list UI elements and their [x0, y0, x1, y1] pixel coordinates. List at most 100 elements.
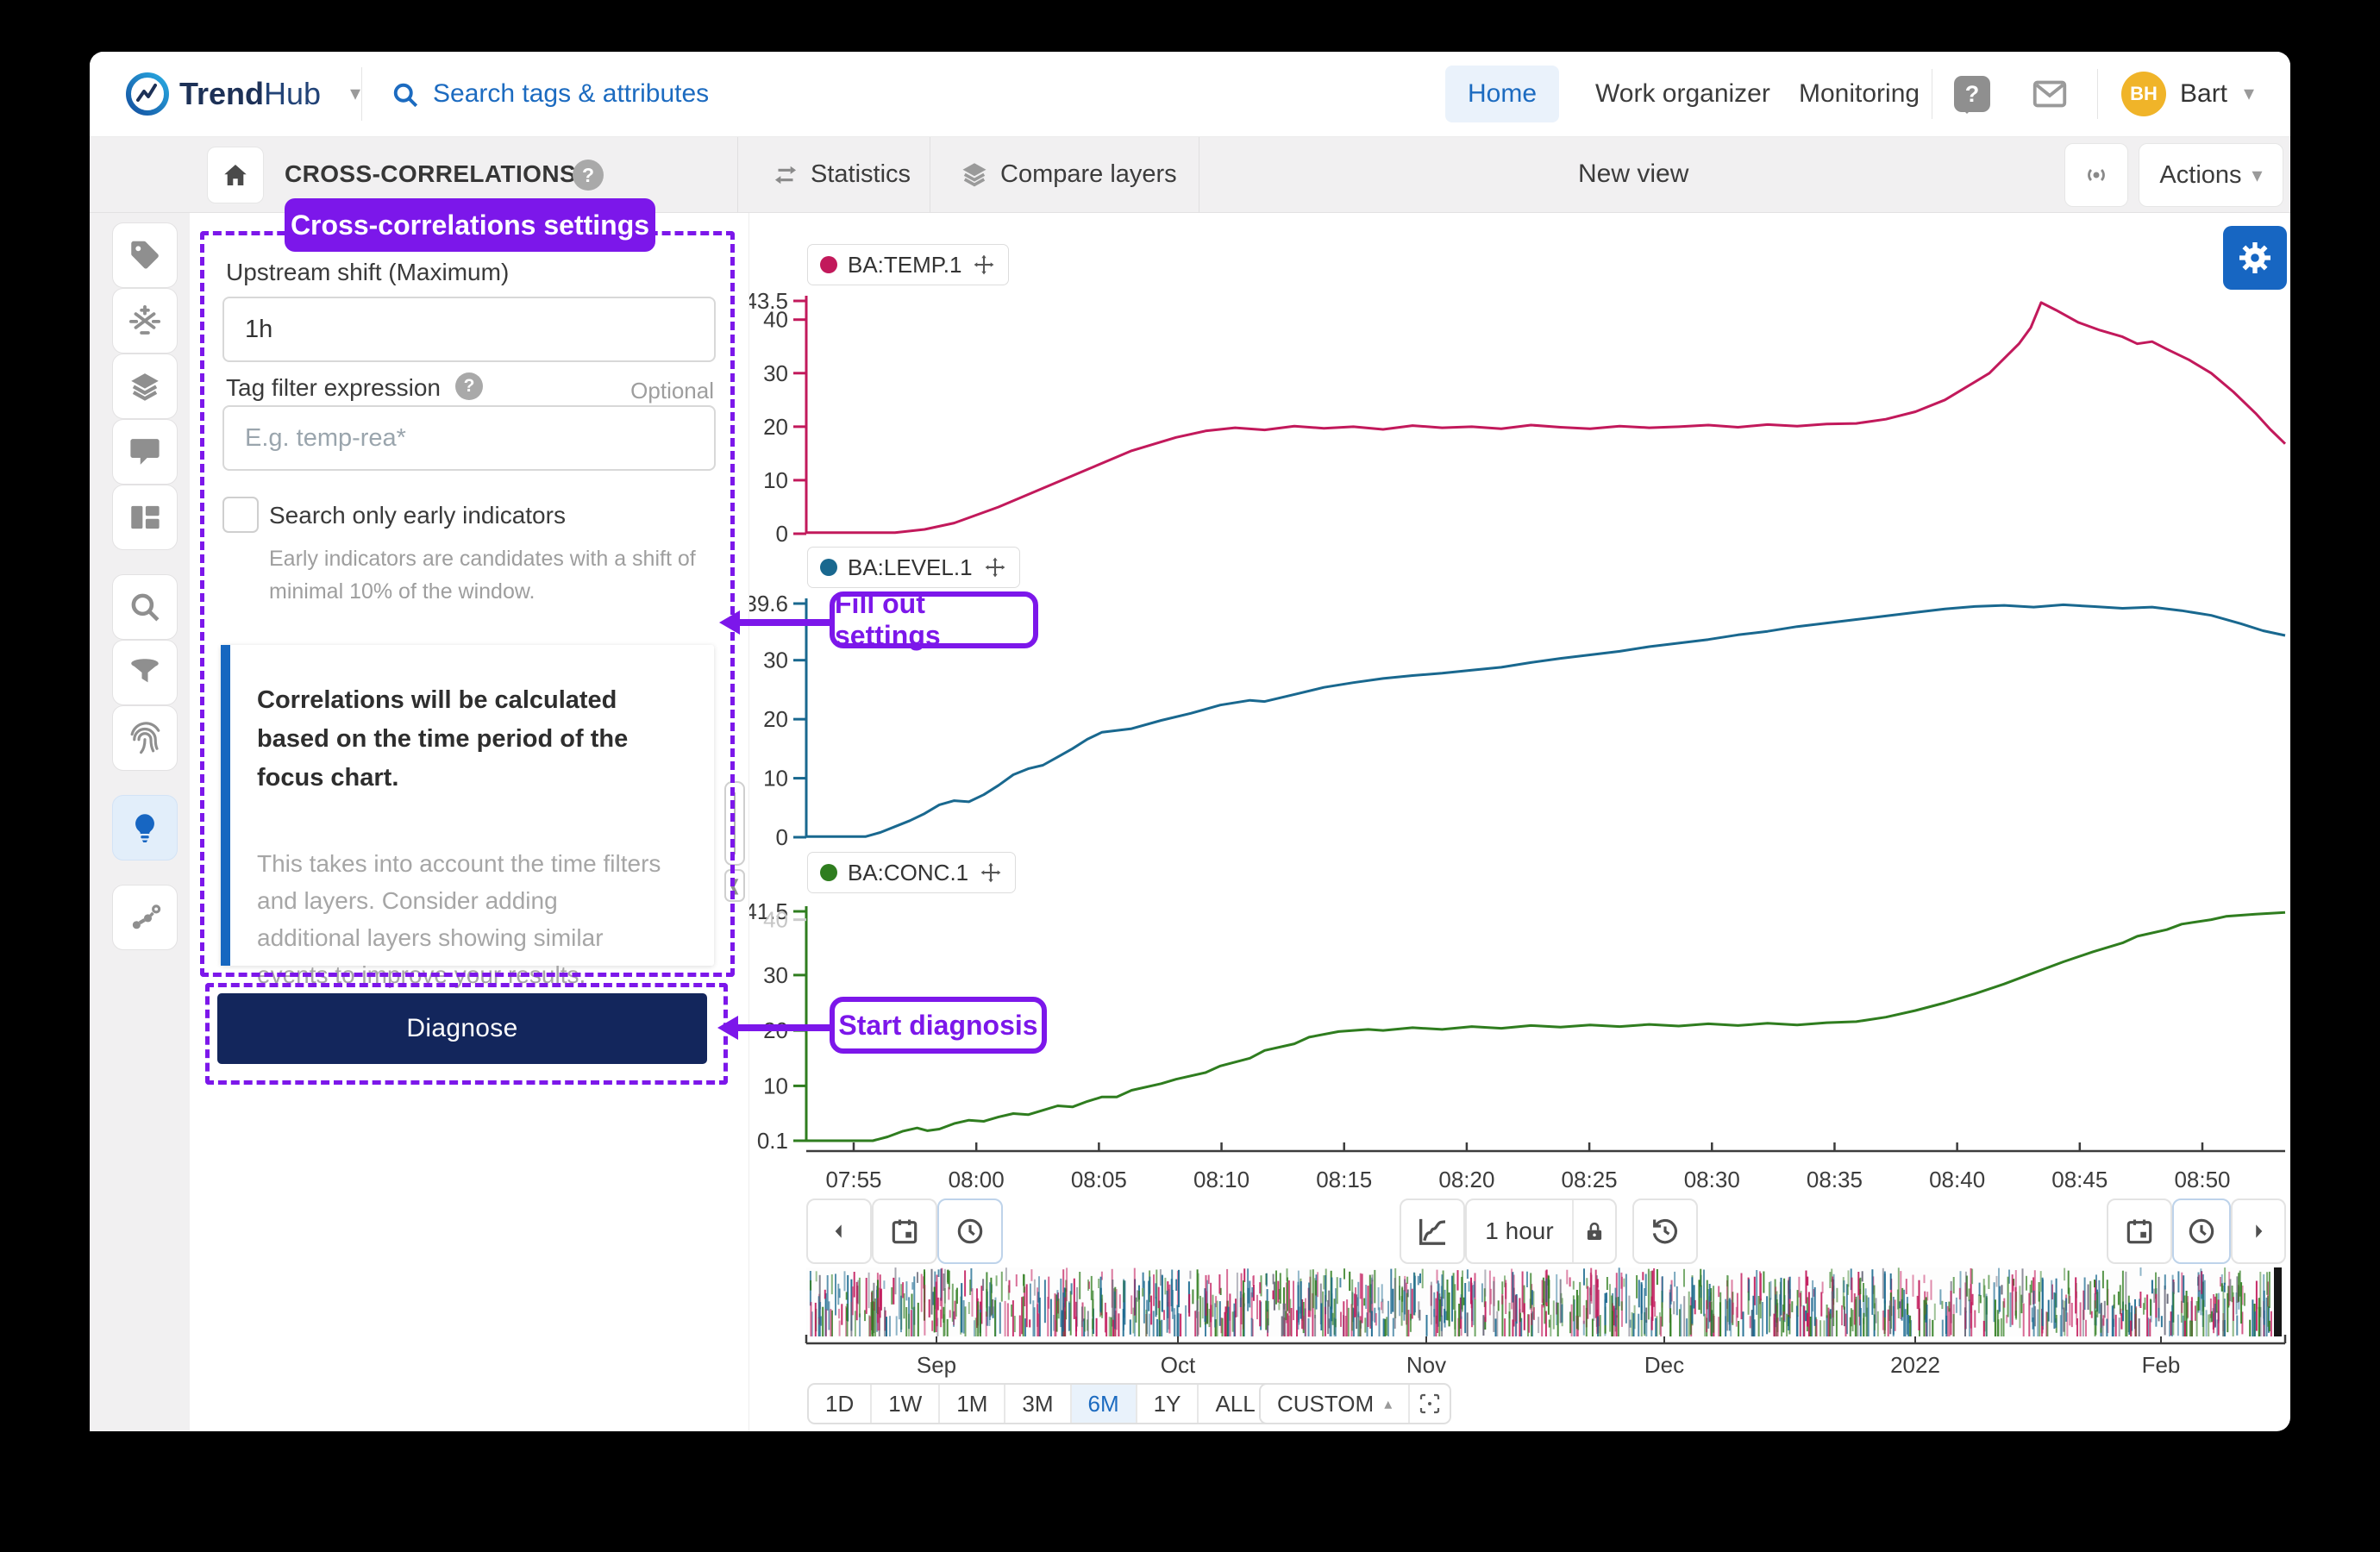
brand-name[interactable]: TrendHub [179, 52, 321, 136]
search-input[interactable]: Search tags & attributes [433, 52, 709, 136]
svg-text:08:45: 08:45 [2051, 1167, 2108, 1192]
clock-icon [954, 1215, 986, 1248]
sidebar-button-comment[interactable] [112, 419, 178, 485]
start-diagnosis-arrow [736, 1024, 830, 1031]
duration-control[interactable]: 1 hour [1465, 1198, 1617, 1264]
nav-item-home[interactable]: Home [1445, 66, 1559, 122]
svg-text:07:55: 07:55 [825, 1167, 881, 1192]
range-button-3m[interactable]: 3M [1004, 1385, 1069, 1423]
legend-chip-ba-conc-1[interactable]: BA:CONC.1 [807, 852, 1016, 893]
overview-month-axis: SepOctNovDec2022Feb [742, 1335, 2290, 1380]
trend-steps-icon [1415, 1214, 1450, 1248]
title-help-icon[interactable]: ? [573, 160, 604, 191]
legend-chip-ba-level-1[interactable]: BA:LEVEL.1 [807, 547, 1020, 588]
svg-text:30: 30 [763, 360, 788, 386]
panel-resize-handle[interactable] [724, 781, 745, 866]
sidebar-button-calculation[interactable] [112, 288, 178, 354]
context-graph-icon [127, 899, 163, 936]
focus-chart-ba-temp-1[interactable]: 43.5403020100 [742, 287, 2290, 549]
trend-mode-button[interactable] [1400, 1198, 1465, 1264]
topbar-divider [2097, 69, 2098, 119]
sidebar-button-context-graph[interactable] [112, 885, 178, 950]
nav-item-work-organizer[interactable]: Work organizer [1573, 66, 1793, 122]
broadcast-button[interactable] [2064, 143, 2128, 207]
panel-collapse-button[interactable]: ❰ [724, 869, 745, 902]
view-title[interactable]: New view [1578, 136, 1688, 212]
legend-chip-ba-temp-1[interactable]: BA:TEMP.1 [807, 244, 1009, 285]
start-calendar-button[interactable] [872, 1198, 937, 1264]
help-icon[interactable]: ? [1954, 76, 1990, 112]
calculation-icon [127, 303, 163, 339]
early-indicators-checkbox[interactable] [222, 497, 259, 533]
pan-left-button[interactable] [806, 1198, 872, 1264]
tag-filter-help-icon[interactable]: ? [455, 372, 483, 400]
sidebar-button-filter[interactable] [112, 640, 178, 705]
lock-icon[interactable] [1574, 1200, 1615, 1262]
nav-item-monitoring[interactable]: Monitoring [1776, 66, 1942, 122]
svg-text:39.6: 39.6 [744, 591, 788, 616]
move-icon[interactable] [979, 860, 1003, 885]
avatar[interactable]: BH [2121, 72, 2166, 116]
svg-text:20: 20 [763, 706, 788, 732]
upstream-shift-input[interactable] [222, 297, 716, 362]
fit-range-button[interactable] [1408, 1385, 1450, 1423]
range-button-1m[interactable]: 1M [938, 1385, 1004, 1423]
calendar-icon [2123, 1215, 2156, 1248]
pan-right-button[interactable] [2231, 1198, 2286, 1264]
move-icon[interactable] [983, 555, 1007, 579]
home-button[interactable] [207, 147, 264, 203]
tag-filter-input[interactable] [222, 405, 716, 471]
tab-statistics[interactable]: Statistics [811, 136, 911, 212]
compare-layers-icon [959, 159, 990, 190]
series-name: BA:LEVEL.1 [848, 554, 973, 581]
range-button-1d[interactable]: 1D [809, 1385, 870, 1423]
user-menu-caret-icon[interactable]: ▾ [2244, 52, 2254, 136]
chevron-left-icon [828, 1220, 850, 1242]
history-button[interactable] [1632, 1198, 1698, 1264]
top-bar: TrendHub ▾ Search tags & attributes Home… [90, 52, 2290, 137]
svg-text:2022: 2022 [1890, 1352, 1940, 1378]
diagnose-button[interactable]: Diagnose [217, 993, 707, 1064]
end-calendar-button[interactable] [2107, 1198, 2172, 1264]
svg-text:10: 10 [763, 1073, 788, 1098]
actions-button[interactable]: Actions▾ [2139, 143, 2283, 207]
svg-text:20: 20 [763, 414, 788, 440]
sidebar-button-fingerprint[interactable] [112, 705, 178, 771]
svg-text:08:25: 08:25 [1562, 1167, 1618, 1192]
overview-strip[interactable] [806, 1267, 2286, 1336]
caret-up-icon: ▴ [1384, 1395, 1392, 1413]
svg-text:08:30: 08:30 [1684, 1167, 1740, 1192]
end-time-button[interactable] [2172, 1198, 2231, 1264]
tab-compare-layers[interactable]: Compare layers [1000, 136, 1177, 212]
custom-range-button[interactable]: CUSTOM▴ [1261, 1385, 1408, 1423]
svg-text:0: 0 [776, 521, 788, 547]
left-sidebar [90, 212, 190, 1431]
chevron-right-icon [2247, 1220, 2270, 1242]
move-icon[interactable] [972, 253, 996, 277]
start-time-button[interactable] [937, 1198, 1003, 1264]
series-color-dot [820, 864, 837, 881]
svg-text:Dec: Dec [1644, 1352, 1684, 1378]
settings-annotation-badge: Cross-correlations settings [285, 198, 655, 252]
trendhub-logo-icon [126, 72, 169, 116]
sidebar-button-tag[interactable] [112, 222, 178, 288]
sidebar-button-dashboard[interactable] [112, 485, 178, 550]
user-name[interactable]: Bart [2180, 52, 2227, 136]
svg-text:Nov: Nov [1406, 1352, 1446, 1378]
mail-icon[interactable] [2030, 74, 2070, 114]
sidebar-button-search[interactable] [112, 574, 178, 640]
series-name: BA:TEMP.1 [848, 252, 961, 278]
chart-settings-button[interactable] [2223, 226, 2287, 290]
range-button-1y[interactable]: 1Y [1136, 1385, 1198, 1423]
range-button-6m[interactable]: 6M [1070, 1385, 1136, 1423]
duration-value[interactable]: 1 hour [1467, 1217, 1572, 1245]
clock-icon [2185, 1215, 2218, 1248]
svg-text:08:10: 08:10 [1193, 1167, 1250, 1192]
svg-text:Sep: Sep [917, 1352, 956, 1378]
sidebar-button-lightbulb[interactable] [112, 795, 178, 860]
comment-icon [127, 434, 163, 470]
range-button-1w[interactable]: 1W [870, 1385, 938, 1423]
brand-caret-icon[interactable]: ▾ [350, 52, 360, 136]
info-card-body: This takes into account the time filters… [257, 845, 664, 993]
sidebar-button-layers[interactable] [112, 354, 178, 419]
